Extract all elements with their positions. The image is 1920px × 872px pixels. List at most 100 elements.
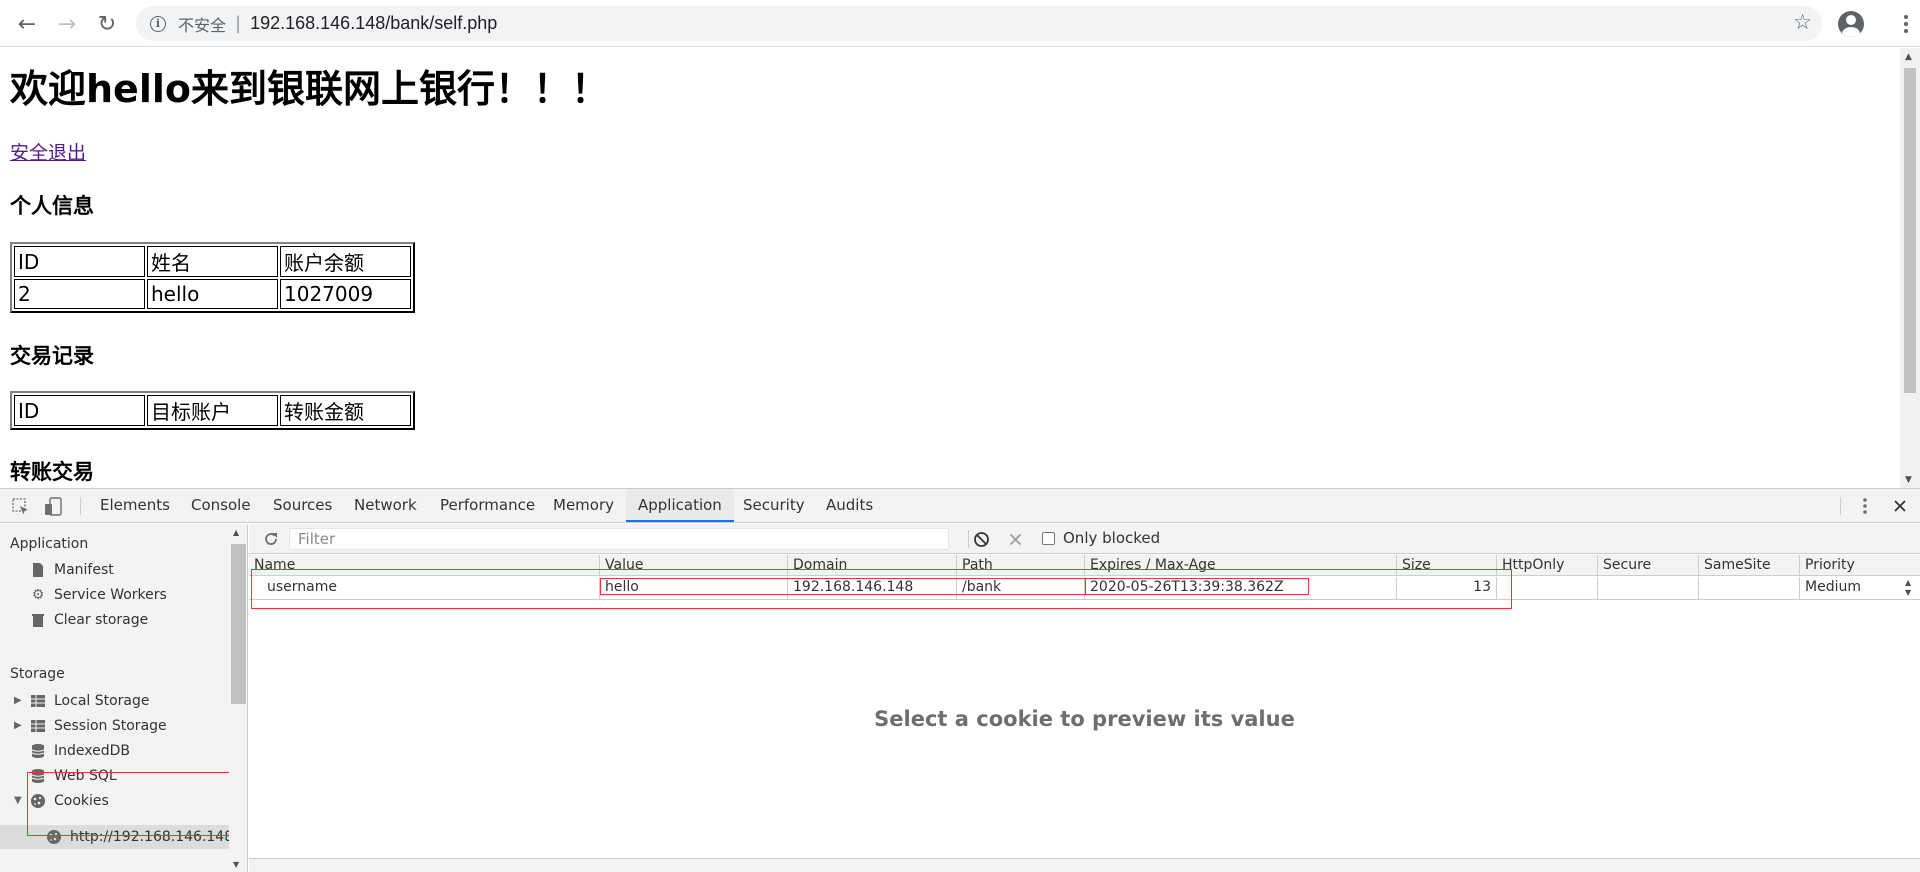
refresh-icon[interactable]	[263, 531, 279, 547]
expand-arrow-icon[interactable]: ▶	[14, 695, 22, 706]
browser-toolbar: ← → ↻ i 不安全 | 192.168.146.148/bank/self.…	[0, 0, 1920, 47]
inspect-element-icon[interactable]	[12, 498, 30, 516]
scroll-up-arrow-icon[interactable]: ▲	[233, 528, 239, 537]
sidebar-item-label: Service Workers	[54, 587, 167, 603]
sidebar-item-service-workers[interactable]: ⚙ Service Workers	[30, 584, 167, 606]
filter-input[interactable]: Filter	[289, 528, 949, 550]
welcome-heading: 欢迎hello来到银联网上银行！！！	[10, 67, 609, 111]
page-scrollbar[interactable]: ▲ ▼	[1900, 48, 1920, 488]
table-header-cell: 账户余额	[280, 246, 411, 277]
column-header-httponly[interactable]: HttpOnly	[1497, 555, 1598, 575]
reload-icon: ↻	[97, 11, 117, 37]
tab-audits[interactable]: Audits	[814, 489, 885, 522]
only-blocked-checkbox[interactable]	[1042, 532, 1055, 545]
forward-arrow-icon: →	[57, 11, 77, 37]
cookie-samesite-cell[interactable]	[1699, 577, 1800, 599]
bookmark-star-icon[interactable]: ☆	[1793, 10, 1812, 34]
sidebar-item-session-storage[interactable]: Session Storage	[30, 715, 167, 737]
table-header-cell: ID	[14, 246, 145, 277]
column-header-secure[interactable]: Secure	[1598, 555, 1699, 575]
scroll-down-arrow-icon[interactable]: ▼	[1905, 588, 1911, 597]
toolbar-divider	[968, 530, 969, 548]
sidebar-item-manifest[interactable]: Manifest	[30, 559, 114, 581]
sidebar-item-local-storage[interactable]: Local Storage	[30, 690, 150, 712]
omnibox-separator: |	[235, 13, 242, 34]
address-bar[interactable]: i 不安全 | 192.168.146.148/bank/self.php ☆	[136, 6, 1822, 41]
scrollbar-thumb[interactable]	[231, 544, 246, 704]
scroll-up-arrow-icon[interactable]: ▲	[1905, 52, 1912, 62]
column-header-samesite[interactable]: SameSite	[1699, 555, 1800, 575]
sidebar-item-label: IndexedDB	[54, 743, 130, 759]
table-cell: 2	[14, 279, 145, 309]
sidebar-section-storage: Storage	[10, 666, 65, 682]
preview-bottom-bar	[249, 858, 1920, 872]
cookies-toolbar: Filter Only blocked	[249, 524, 1920, 554]
transactions-table: ID 目标账户 转账金额	[10, 391, 415, 430]
toolbar-divider	[1840, 497, 1841, 515]
database-icon	[31, 744, 45, 758]
personal-info-table: ID 姓名 账户余额 2 hello 1027009	[10, 242, 415, 313]
collapse-arrow-icon[interactable]: ▼	[14, 795, 22, 806]
cookie-preview-placeholder: Select a cookie to preview its value	[874, 707, 1295, 731]
sidebar-item-label: Clear storage	[54, 612, 149, 628]
cookie-secure-cell[interactable]	[1598, 577, 1699, 599]
tab-elements[interactable]: Elements	[88, 489, 182, 522]
table-header-row: ID 姓名 账户余额	[14, 246, 411, 277]
back-button[interactable]: ←	[12, 9, 42, 39]
highlight-box	[600, 578, 1086, 595]
only-blocked-label: Only blocked	[1063, 529, 1161, 547]
chrome-menu-icon[interactable]	[1903, 14, 1909, 34]
reload-button[interactable]: ↻	[92, 9, 122, 39]
page-viewport: 欢迎hello来到银联网上银行！！！ 安全退出 个人信息 ID 姓名 账户余额 …	[0, 48, 1900, 488]
clear-all-icon[interactable]	[973, 531, 990, 548]
scroll-down-arrow-icon[interactable]: ▼	[1905, 475, 1912, 485]
table-header-cell: 目标账户	[147, 395, 278, 426]
logout-link[interactable]: 安全退出	[10, 138, 86, 165]
tab-network[interactable]: Network	[342, 489, 429, 522]
close-devtools-icon[interactable]	[1893, 499, 1907, 513]
highlight-box	[27, 772, 240, 836]
insecure-label: 不安全	[178, 15, 227, 35]
cookie-priority-cell[interactable]: Medium	[1800, 577, 1900, 599]
scrollbar-thumb[interactable]	[1904, 68, 1916, 393]
scroll-down-arrow-icon[interactable]: ▼	[233, 860, 239, 869]
tab-sources[interactable]: Sources	[261, 489, 344, 522]
devtools-panel: Elements Console Sources Network Perform…	[0, 488, 1920, 872]
devtools-tab-bar: Elements Console Sources Network Perform…	[0, 489, 1920, 523]
column-header-priority[interactable]: Priority	[1800, 555, 1920, 575]
cookies-pane: Filter Only blocked Name Value Domain Pa…	[249, 524, 1920, 872]
expand-arrow-icon[interactable]: ▶	[14, 720, 22, 731]
cookie-httponly-cell[interactable]	[1497, 577, 1598, 599]
sidebar-item-label: Local Storage	[54, 693, 150, 709]
delete-selected-icon[interactable]	[1009, 533, 1022, 546]
tab-memory[interactable]: Memory	[541, 489, 626, 522]
sidebar-item-label: Manifest	[54, 562, 114, 578]
back-arrow-icon: ←	[17, 11, 37, 37]
transfer-heading: 转账交易	[10, 460, 94, 484]
devtools-menu-icon[interactable]	[1862, 497, 1868, 515]
table-header-cell: ID	[14, 395, 145, 426]
sidebar-scrollbar[interactable]: ▲ ▼	[229, 524, 247, 872]
table-header-row: ID 目标账户 转账金额	[14, 395, 411, 426]
url-text[interactable]: 192.168.146.148/bank/self.php	[250, 13, 497, 34]
profile-avatar-icon[interactable]	[1838, 11, 1864, 37]
device-toolbar-icon[interactable]	[44, 497, 64, 517]
tab-application[interactable]: Application	[626, 489, 734, 522]
scroll-up-arrow-icon[interactable]: ▲	[1905, 578, 1911, 587]
table-cell: 1027009	[280, 279, 411, 309]
tab-console[interactable]: Console	[179, 489, 263, 522]
transactions-heading: 交易记录	[10, 344, 94, 368]
tab-performance[interactable]: Performance	[428, 489, 547, 522]
info-icon[interactable]: i	[150, 15, 166, 32]
table-header-cell: 姓名	[147, 246, 278, 277]
sidebar-section-application: Application	[10, 536, 89, 552]
sidebar-item-indexeddb[interactable]: IndexedDB	[30, 740, 130, 762]
grid-icon	[31, 720, 45, 732]
forward-button[interactable]: →	[52, 9, 82, 39]
table-row: 2 hello 1027009	[14, 279, 411, 309]
tab-security[interactable]: Security	[731, 489, 817, 522]
sidebar-item-clear-storage[interactable]: Clear storage	[30, 609, 148, 631]
trash-icon	[32, 614, 44, 627]
sidebar-item-label: Session Storage	[54, 718, 167, 734]
application-sidebar: Application Manifest ⚙ Service Workers C…	[0, 524, 248, 872]
